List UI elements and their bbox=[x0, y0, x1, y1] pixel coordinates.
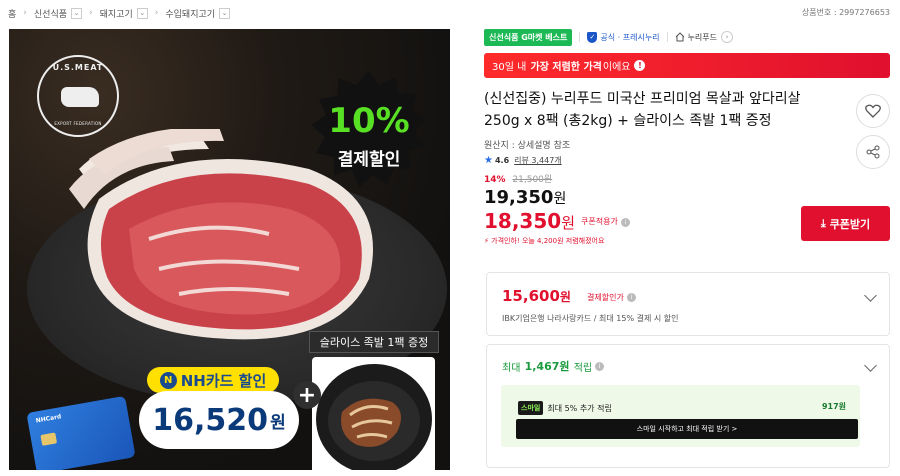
smile-amount: 917원 bbox=[821, 402, 846, 411]
jokbal-graphic bbox=[316, 364, 432, 470]
coupon-download-button[interactable]: ⤓ 쿠폰받기 bbox=[801, 206, 890, 241]
discount-burst-badge: 10% 결제할인 bbox=[309, 69, 429, 189]
star-icon: ★ bbox=[484, 155, 493, 166]
origin-text: 원산지 : 상세설명 참조 bbox=[484, 141, 571, 151]
breadcrumb-separator: › bbox=[154, 8, 159, 18]
divider bbox=[579, 32, 581, 42]
smile-row: 스마일 최대 5% 추가 적립 bbox=[518, 401, 612, 415]
card-discount-label: 결제할인가 i bbox=[587, 292, 636, 303]
us-map-icon bbox=[61, 87, 99, 107]
breadcrumb-home[interactable]: 홈 bbox=[8, 7, 16, 20]
download-icon: ⤓ bbox=[820, 216, 826, 230]
discount-percent: 14% bbox=[484, 175, 506, 185]
info-icon[interactable]: i bbox=[626, 293, 636, 302]
chevron-down-icon[interactable]: ⌄ bbox=[71, 7, 83, 19]
share-button[interactable] bbox=[856, 135, 890, 169]
chevron-down-icon[interactable]: ⌄ bbox=[136, 7, 148, 19]
divider bbox=[666, 32, 668, 42]
breadcrumb-item-category3[interactable]: 수입돼지고기 ⌄ bbox=[165, 7, 231, 20]
best-badge[interactable]: 신선식품 G마켓 베스트 bbox=[484, 28, 573, 46]
breadcrumb-separator: › bbox=[89, 8, 93, 18]
share-icon bbox=[866, 145, 880, 159]
product-title: (신선집중) 누리푸드 미국산 프리미엄 목살과 앞다리살 250g x 8팩 … bbox=[484, 91, 801, 129]
card-discount-panel[interactable]: 15,600원 결제할인가 i IBK기업은행 나라사랑카드 / 최대 15% 결… bbox=[486, 272, 890, 336]
product-number: 상품번호 : 2997276653 bbox=[801, 8, 890, 17]
points-header[interactable]: 최대 1,467원 적립 i bbox=[502, 358, 605, 374]
wishlist-button[interactable] bbox=[856, 94, 890, 128]
sale-price: 19,350원 bbox=[484, 187, 567, 208]
nh-card-tag: N NH카드 할인 bbox=[147, 367, 279, 393]
smile-badge: 스마일 bbox=[518, 401, 544, 415]
chevron-down-icon[interactable] bbox=[864, 359, 877, 372]
discount-label: 결제할인 bbox=[337, 150, 401, 170]
breadcrumb-separator: › bbox=[23, 8, 27, 18]
official-store-link[interactable]: ✓ 공식 · 프레시누리 bbox=[587, 31, 660, 43]
info-icon[interactable]: i bbox=[595, 361, 605, 371]
nh-logo-icon: N bbox=[159, 371, 177, 389]
nh-card-price: 16,520 원 bbox=[139, 391, 299, 449]
rating-score: 4.6 bbox=[494, 156, 510, 165]
product-info-panel: 신선식품 G마켓 베스트 ✓ 공식 · 프레시누리 누리푸드 › 30일 내 가… bbox=[484, 28, 890, 246]
breadcrumb: 홈 › 신선식품 ⌄ › 돼지고기 ⌄ › 수입돼지고기 ⌄ bbox=[8, 4, 231, 22]
breadcrumb-item-category2[interactable]: 돼지고기 ⌄ bbox=[100, 7, 148, 20]
chevron-down-icon[interactable]: ⌄ bbox=[219, 7, 231, 19]
original-price: 21,500원 bbox=[512, 175, 553, 185]
info-exclamation-icon[interactable]: ! bbox=[634, 60, 646, 71]
bolt-icon: ⚡ bbox=[484, 237, 489, 245]
discount-percent: 10% bbox=[328, 101, 410, 141]
nh-card-badge: N NH카드 할인 16,520 원 bbox=[139, 367, 299, 457]
us-meat-logo: U.S.MEAT EXPORT FEDERATION bbox=[37, 55, 119, 137]
card-discount-detail: IBK기업은행 나라사랑카드 / 최대 15% 결제 시 할인 bbox=[502, 314, 679, 323]
info-icon[interactable]: i bbox=[620, 217, 630, 227]
lowest-price-banner: 30일 내 가장 저렴한 가격 이에요 ! bbox=[484, 53, 890, 78]
card-discount-price: 15,600원 bbox=[502, 287, 571, 305]
chevron-down-icon[interactable] bbox=[864, 289, 877, 302]
coupon-price-label: 쿠폰적용가 i bbox=[581, 216, 630, 227]
smile-start-button[interactable]: 스마일 시작하고 최대 적립 받기 > bbox=[516, 419, 858, 439]
product-tags: 신선식품 G마켓 베스트 ✓ 공식 · 프레시누리 누리푸드 › bbox=[484, 28, 890, 46]
card-chip-icon bbox=[40, 432, 58, 446]
chevron-right-icon: › bbox=[721, 31, 733, 43]
credit-card-graphic: NHCard bbox=[26, 395, 136, 470]
gift-image bbox=[312, 357, 435, 470]
heart-icon bbox=[865, 104, 881, 118]
discount-line: 14% 21,500원 bbox=[484, 172, 890, 185]
shield-check-icon: ✓ bbox=[587, 31, 598, 43]
breadcrumb-item-category1[interactable]: 신선식품 ⌄ bbox=[34, 7, 83, 20]
home-icon bbox=[675, 32, 684, 42]
gift-label: 슬라이스 족발 1팩 증정 bbox=[309, 331, 439, 353]
rating: ★ 4.6 리뷰 3,447개 bbox=[484, 155, 890, 166]
smile-club-box: 스마일 최대 5% 추가 적립 917원 스마일 시작하고 최대 적립 받기 > bbox=[501, 385, 860, 447]
points-panel: 최대 1,467원 적립 i 스마일 최대 5% 추가 적립 917원 스마일 … bbox=[486, 344, 890, 468]
reviews-link[interactable]: 리뷰 3,447개 bbox=[514, 155, 562, 166]
store-link[interactable]: 누리푸드 › bbox=[675, 31, 733, 43]
product-image[interactable]: U.S.MEAT EXPORT FEDERATION 10% 결제할인 슬라이스… bbox=[9, 29, 450, 470]
